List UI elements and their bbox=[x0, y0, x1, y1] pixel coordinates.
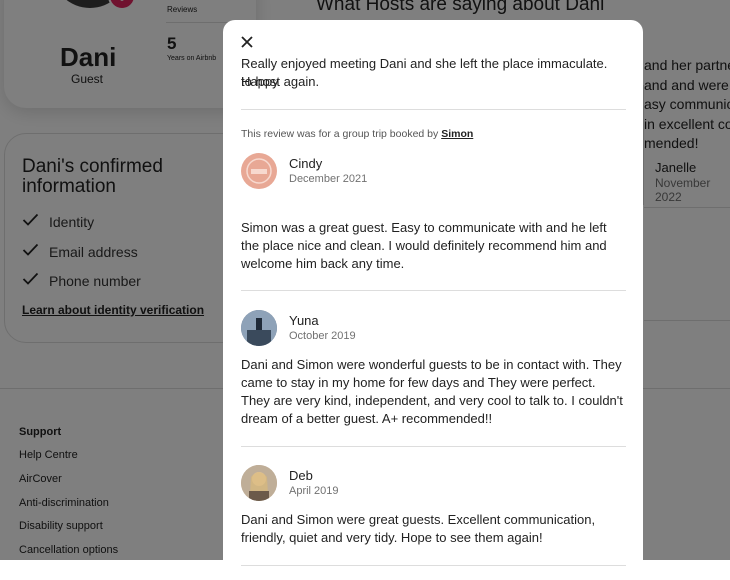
reviewer-name: Cindy bbox=[289, 155, 323, 171]
avatar[interactable] bbox=[241, 310, 277, 346]
review-header: Deb April 2019 bbox=[241, 465, 339, 501]
review-date: October 2019 bbox=[289, 329, 356, 342]
avatar[interactable] bbox=[241, 465, 277, 501]
divider bbox=[241, 565, 626, 566]
review-date: April 2019 bbox=[289, 484, 339, 497]
review-text: Dani and Simon were great guests. Excell… bbox=[241, 512, 596, 545]
group-trip-note: This review was for a group trip booked … bbox=[241, 128, 474, 140]
avatar[interactable] bbox=[241, 153, 277, 189]
divider bbox=[241, 109, 626, 110]
close-button[interactable] bbox=[237, 34, 257, 54]
divider bbox=[241, 446, 626, 447]
reviewer-name: Yuna bbox=[289, 312, 319, 328]
reviews-modal: Really enjoyed meeting Dani and she left… bbox=[223, 20, 643, 580]
review-text: Dani and Simon were wonderful guests to … bbox=[241, 357, 623, 426]
review-header: Cindy December 2021 bbox=[241, 153, 367, 189]
review-header: Yuna October 2019 bbox=[241, 310, 356, 346]
reviewer-name: Deb bbox=[289, 467, 313, 483]
close-icon[interactable] bbox=[241, 35, 253, 53]
divider bbox=[241, 290, 626, 291]
review-text: Simon was a great guest. Easy to communi… bbox=[241, 220, 607, 271]
review-text: to host again. bbox=[241, 74, 320, 89]
booker-link[interactable]: Simon bbox=[441, 128, 473, 140]
review-date: December 2021 bbox=[289, 172, 368, 185]
